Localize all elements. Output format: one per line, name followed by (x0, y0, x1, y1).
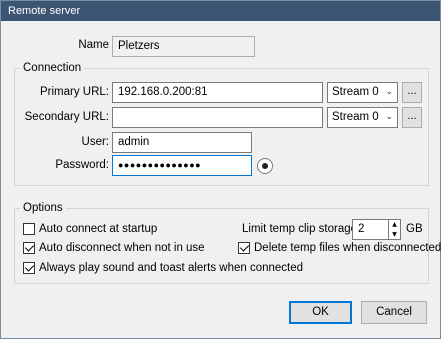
checkbox-box-checked (23, 242, 35, 254)
remote-server-dialog: Remote server Name Pletzers Connection P… (0, 0, 441, 339)
checkbox-box-checked (23, 262, 35, 274)
password-input[interactable]: ●●●●●●●●●●●●●● (112, 155, 252, 176)
secondary-stream-value: Stream 0 (332, 111, 379, 123)
delete-temp-label: Delete temp files when disconnected (254, 242, 441, 254)
user-input[interactable]: admin (112, 132, 252, 153)
spinner-down-icon[interactable]: ▼ (389, 230, 400, 240)
name-label: Name (78, 39, 109, 51)
checkbox-box (23, 223, 35, 235)
always-play-label: Always play sound and toast alerts when … (39, 262, 304, 274)
spinner-up-icon[interactable]: ▲ (389, 220, 400, 230)
user-label: User: (81, 136, 109, 148)
auto-connect-label: Auto connect at startup (39, 223, 158, 235)
ok-button[interactable]: OK (289, 301, 352, 324)
connection-group-title: Connection (20, 62, 85, 75)
primary-stream-value: Stream 0 (332, 86, 379, 98)
show-password-icon[interactable] (257, 158, 273, 174)
limit-storage-spinner[interactable]: ▲ ▼ (389, 219, 401, 240)
primary-url-label: Primary URL: (39, 86, 109, 98)
delete-temp-checkbox[interactable]: Delete temp files when disconnected (238, 242, 441, 254)
name-field[interactable]: Pletzers (112, 36, 255, 57)
auto-connect-checkbox[interactable]: Auto connect at startup (23, 223, 157, 235)
cancel-button[interactable]: Cancel (361, 301, 427, 324)
always-play-checkbox[interactable]: Always play sound and toast alerts when … (23, 262, 303, 274)
secondary-url-browse-button[interactable]: ... (402, 107, 422, 128)
auto-disconnect-label: Auto disconnect when not in use (39, 242, 205, 254)
chevron-down-icon: ⌄ (385, 87, 393, 97)
auto-disconnect-checkbox[interactable]: Auto disconnect when not in use (23, 242, 205, 254)
options-group-title: Options (20, 202, 66, 215)
checkbox-box-checked (238, 242, 250, 254)
primary-url-browse-button[interactable]: ... (402, 82, 422, 103)
primary-url-input[interactable]: 192.168.0.200:81 (112, 82, 323, 103)
secondary-url-input[interactable] (112, 107, 323, 128)
limit-storage-unit: GB (406, 223, 423, 235)
window-title: Remote server (1, 1, 440, 21)
limit-storage-input[interactable]: 2 (352, 219, 389, 240)
secondary-stream-select[interactable]: Stream 0 ⌄ (327, 107, 398, 128)
password-label: Password: (55, 159, 109, 171)
primary-stream-select[interactable]: Stream 0 ⌄ (327, 82, 398, 103)
secondary-url-label: Secondary URL: (24, 111, 109, 123)
limit-storage-label: Limit temp clip storage: (242, 223, 361, 235)
chevron-down-icon: ⌄ (385, 112, 393, 122)
